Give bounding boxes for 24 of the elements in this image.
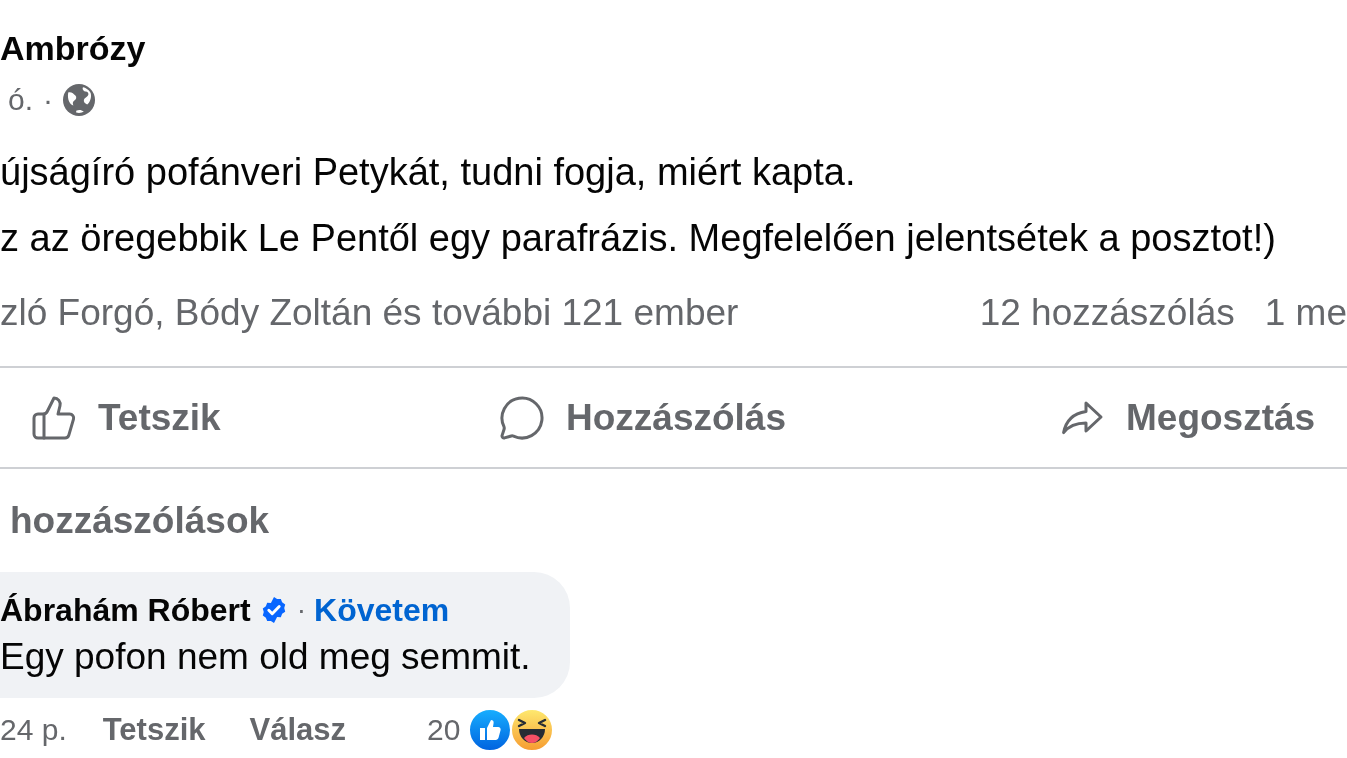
globe-icon	[63, 84, 96, 116]
reaction-count[interactable]: 20	[427, 708, 461, 752]
speech-bubble-icon	[498, 393, 546, 442]
post-text: z az öregebbik Le Pentől egy parafrázis. Megfelelően jelentsétek a posztot!)	[0, 216, 1276, 260]
comment-text: Egy pofon nem old meg semmit.	[0, 635, 531, 679]
author-name[interactable]: Ambrózy	[0, 28, 146, 68]
thumbs-up-reaction-icon	[468, 708, 513, 752]
follow-link[interactable]: Követem	[314, 591, 450, 629]
comment-time[interactable]: 24 p.	[0, 708, 67, 752]
commenter-name[interactable]: Ábrahám Róbert	[0, 591, 251, 629]
reactions-summary[interactable]: zló Forgó, Bódy Zoltán és további 121 ember	[0, 291, 739, 335]
post-stat[interactable]: 12 hozzászólás	[979, 291, 1235, 335]
comment-button[interactable]: Hozzászólás	[498, 393, 786, 442]
post-time[interactable]: ó.	[8, 82, 34, 118]
post-text: újságíró pofánveri Petykát, tudni fogja, miért kapta.	[0, 150, 856, 194]
comments-heading[interactable]: hozzászólások	[10, 499, 270, 543]
like-link[interactable]: Tetszik	[102, 708, 206, 752]
post-stat[interactable]: 1 me	[1264, 291, 1347, 335]
reply-link[interactable]: Válasz	[249, 708, 347, 752]
separator-dot: ·	[296, 593, 307, 627]
separator-dot: ·	[43, 82, 54, 118]
like-button[interactable]: Tetszik	[30, 393, 221, 442]
laughing-face-icon	[510, 708, 555, 752]
share-button[interactable]: Megosztás	[1058, 393, 1316, 442]
